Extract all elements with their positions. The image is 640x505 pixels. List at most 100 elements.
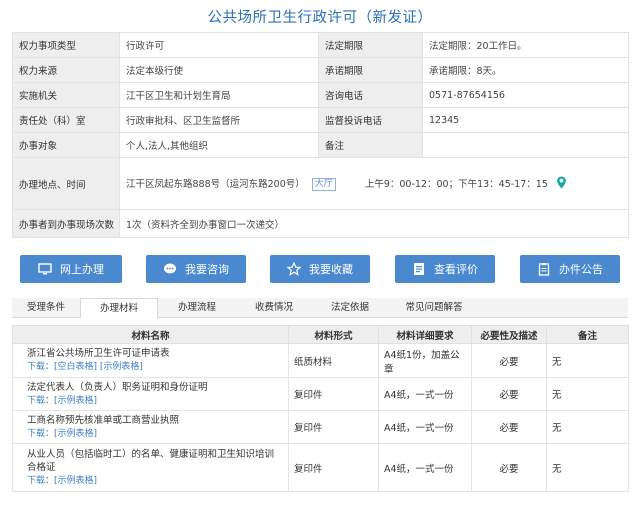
table-row: 工商名称预先核准单或工商营业执照 下载：[示例表格] 复印件 A4纸，一式一份 … xyxy=(12,410,629,444)
target-value: 个人,法人,其他组织 xyxy=(119,132,319,158)
phone-label: 咨询电话 xyxy=(318,82,423,108)
info-row-address: 办理地点、时间 江干区凤起东路888号（运河东路200号） 大厅 上午9：00-… xyxy=(12,157,629,210)
info-row: 办事对象 个人,法人,其他组织 备注 xyxy=(12,132,629,158)
materials-table: 材料名称 材料形式 材料详细要求 必要性及描述 备注 浙江省公共场所卫生许可证申… xyxy=(12,325,629,492)
table-row: 浙江省公共场所卫生许可证申请表 下载：[空白表格] [示例表格] 纸质材料 A4… xyxy=(12,343,629,378)
promise-limit-label: 承诺期限 xyxy=(318,57,423,83)
materials-header-row: 材料名称 材料形式 材料详细要求 必要性及描述 备注 xyxy=(12,325,629,344)
document-list-icon xyxy=(414,263,424,275)
online-handle-button[interactable]: 网上办理 xyxy=(20,255,122,283)
legal-limit-value: 法定期限：20工作日。 xyxy=(422,32,629,58)
favorite-button[interactable]: 我要收藏 xyxy=(270,255,370,283)
consult-button[interactable]: 我要咨询 xyxy=(146,255,246,283)
table-row: 法定代表人（负责人）职务证明和身份证明 下载：[示例表格] 复印件 A4纸，一式… xyxy=(12,377,629,411)
download-links: 下载：[示例表格] xyxy=(27,475,283,488)
material-necessity: 必要 xyxy=(471,443,547,492)
action-button-row: 网上办理 我要咨询 我要收藏 查看评价 办件公告 xyxy=(20,255,620,283)
material-form: 复印件 xyxy=(288,410,379,444)
notice-label: 办件公告 xyxy=(559,263,603,276)
material-necessity: 必要 xyxy=(471,343,547,378)
notice-button[interactable]: 办件公告 xyxy=(520,255,620,283)
download-label: 下载： xyxy=(27,475,55,486)
address-value: 江干区凤起东路888号（运河东路200号） xyxy=(126,179,305,190)
item-type-value: 行政许可 xyxy=(119,32,319,58)
legal-limit-label: 法定期限 xyxy=(318,32,423,58)
download-links: 下载：[示例表格] xyxy=(27,428,283,441)
star-icon xyxy=(287,262,301,276)
col-header-form: 材料形式 xyxy=(288,325,379,344)
chat-bubble-icon xyxy=(164,263,176,274)
tab-process[interactable]: 办理流程 xyxy=(158,298,236,318)
source-value: 法定本级行使 xyxy=(119,57,319,83)
material-name-cell: 浙江省公共场所卫生许可证申请表 下载：[空白表格] [示例表格] xyxy=(12,343,289,378)
dept-label: 责任处（科）室 xyxy=(12,107,120,133)
consult-label: 我要咨询 xyxy=(185,263,229,276)
download-label: 下载： xyxy=(27,395,55,406)
download-label: 下载： xyxy=(27,362,55,372)
target-label: 办事对象 xyxy=(12,132,120,158)
info-row: 实施机关 江干区卫生和计划生育局 咨询电话 0571-87654156 xyxy=(12,82,629,108)
clipboard-icon xyxy=(538,263,550,276)
dept-value: 行政审批科、区卫生监督所 xyxy=(119,107,319,133)
tab-materials[interactable]: 办理材料 xyxy=(80,298,158,319)
material-name-cell: 法定代表人（负责人）职务证明和身份证明 下载：[示例表格] xyxy=(12,377,289,411)
promise-limit-value: 承诺期限：8天。 xyxy=(422,57,629,83)
template-link[interactable]: [空白表格] [示例表格] xyxy=(54,362,143,372)
material-necessity: 必要 xyxy=(471,377,547,411)
material-remark: 无 xyxy=(546,343,629,378)
source-label: 权力来源 xyxy=(12,57,120,83)
material-remark: 无 xyxy=(546,443,629,492)
location-pin-icon[interactable] xyxy=(555,176,568,189)
col-header-remark: 备注 xyxy=(546,325,629,344)
info-table: 权力事项类型 行政许可 法定期限 法定期限：20工作日。 权力来源 法定本级行使… xyxy=(12,32,629,238)
material-necessity: 必要 xyxy=(471,410,547,444)
template-link[interactable]: [示例表格] xyxy=(54,476,97,486)
tab-bar: 受理条件 办理材料 办理流程 收费情况 法定依据 常见问题解答 xyxy=(12,298,628,319)
material-requirement: A4纸1份，加盖公章 xyxy=(378,343,472,378)
material-form: 复印件 xyxy=(288,377,379,411)
info-row: 责任处（科）室 行政审批科、区卫生监督所 监督投诉电话 12345 xyxy=(12,107,629,133)
review-button[interactable]: 查看评价 xyxy=(395,255,495,283)
tab-faq[interactable]: 常见问题解答 xyxy=(388,298,480,318)
complaint-value: 12345 xyxy=(422,107,629,133)
material-requirement: A4纸，一式一份 xyxy=(378,443,472,492)
material-name-cell: 工商名称预先核准单或工商营业执照 下载：[示例表格] xyxy=(12,410,289,444)
info-row: 权力来源 法定本级行使 承诺期限 承诺期限：8天。 xyxy=(12,57,629,83)
template-link[interactable]: [示例表格] xyxy=(54,429,97,439)
table-row: 从业人员（包括临时工）的名单、健康证明和卫生知识培训合格证 下载：[示例表格] … xyxy=(12,443,629,492)
info-row: 权力事项类型 行政许可 法定期限 法定期限：20工作日。 xyxy=(12,32,629,58)
monitor-icon xyxy=(38,263,52,275)
material-name: 工商名称预先核准单或工商营业执照 xyxy=(27,414,180,426)
download-label: 下载： xyxy=(27,428,55,439)
tab-conditions[interactable]: 受理条件 xyxy=(12,298,80,318)
material-form: 复印件 xyxy=(288,443,379,492)
address-label: 办理地点、时间 xyxy=(12,157,120,210)
online-handle-label: 网上办理 xyxy=(60,263,104,276)
favorite-label: 我要收藏 xyxy=(309,263,353,276)
material-requirement: A4纸，一式一份 xyxy=(378,410,472,444)
address-cell: 江干区凤起东路888号（运河东路200号） 大厅 上午9：00-12：00；下午… xyxy=(119,157,629,210)
material-remark: 无 xyxy=(546,377,629,411)
complaint-label: 监督投诉电话 xyxy=(318,107,423,133)
review-label: 查看评价 xyxy=(434,263,478,276)
item-type-label: 权力事项类型 xyxy=(12,32,120,58)
agency-label: 实施机关 xyxy=(12,82,120,108)
visits-label: 办事者到办事现场次数 xyxy=(12,209,120,238)
hall-link[interactable]: 大厅 xyxy=(311,178,336,191)
col-header-requirement: 材料详细要求 xyxy=(378,325,472,344)
material-name-cell: 从业人员（包括临时工）的名单、健康证明和卫生知识培训合格证 下载：[示例表格] xyxy=(12,443,289,492)
download-links: 下载：[示例表格] xyxy=(27,395,283,408)
material-requirement: A4纸，一式一份 xyxy=(378,377,472,411)
material-name: 浙江省公共场所卫生许可证申请表 xyxy=(27,348,170,359)
tab-fees[interactable]: 收费情况 xyxy=(236,298,312,318)
material-name: 法定代表人（负责人）职务证明和身份证明 xyxy=(27,381,208,393)
template-link[interactable]: [示例表格] xyxy=(54,396,97,406)
tab-legal-basis[interactable]: 法定依据 xyxy=(312,298,388,318)
col-header-name: 材料名称 xyxy=(12,325,289,344)
material-name: 从业人员（包括临时工）的名单、健康证明和卫生知识培训合格证 xyxy=(27,448,275,473)
download-links: 下载：[空白表格] [示例表格] xyxy=(27,361,283,374)
info-row-visits: 办事者到办事现场次数 1次（资料齐全到办事窗口一次递交） xyxy=(12,209,629,238)
page-title: 公共场所卫生行政许可（新发证） xyxy=(207,10,433,26)
remark-label: 备注 xyxy=(318,132,423,158)
remark-value xyxy=(422,132,629,158)
